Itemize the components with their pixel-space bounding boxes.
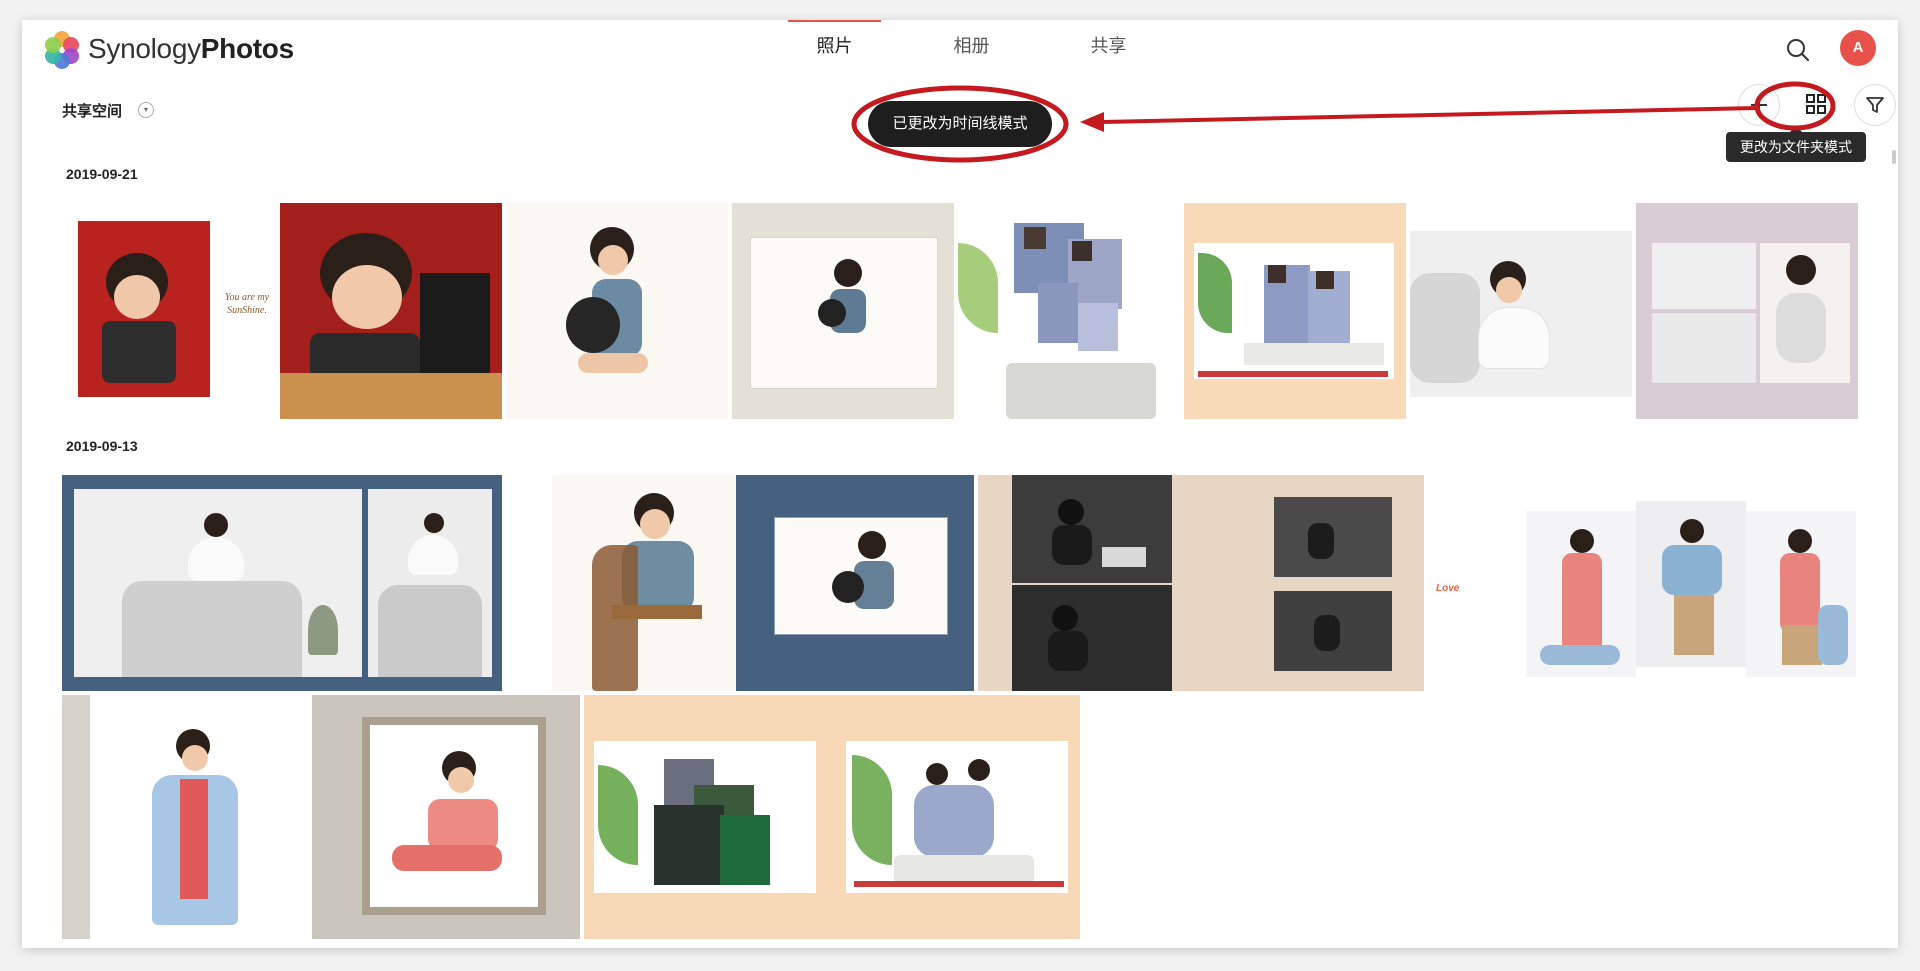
photo-thumbnail[interactable] <box>958 203 1180 419</box>
photo-thumbnail[interactable] <box>1184 203 1406 419</box>
space-selector-label[interactable]: 共享空间 <box>62 100 122 121</box>
love-text: Love <box>1436 583 1460 594</box>
photo-thumbnail[interactable] <box>736 475 974 691</box>
app-name: SynologyPhotos <box>88 33 294 65</box>
app-name-light: Synology <box>88 33 201 64</box>
grid-icon <box>1806 94 1826 114</box>
photo-thumbnail[interactable] <box>312 695 580 939</box>
photo-thumbnail[interactable] <box>62 475 536 691</box>
filter-button[interactable] <box>1854 84 1896 126</box>
photo-thumbnail[interactable] <box>552 475 736 691</box>
photo-thumbnail[interactable] <box>978 475 1424 691</box>
chevron-down-icon[interactable]: ▾ <box>138 102 154 118</box>
scrollbar-thumb[interactable] <box>1892 150 1896 164</box>
photo-thumbnail[interactable]: You are my SunShine. <box>62 203 286 419</box>
tab-sharing[interactable]: 共享 <box>1040 20 1177 66</box>
caption-line: You are my <box>224 292 270 303</box>
add-button[interactable] <box>1738 84 1780 126</box>
photo-thumbnail[interactable] <box>280 203 502 419</box>
view-mode-tooltip: 更改为文件夹模式 <box>1726 126 1866 162</box>
photo-thumbnail[interactable] <box>62 695 312 939</box>
photo-thumbnail[interactable] <box>584 695 1080 939</box>
photo-thumbnail[interactable] <box>1410 203 1632 419</box>
search-icon <box>1787 39 1809 61</box>
date-header: 2019-09-13 <box>66 438 138 454</box>
photo-caption: You are my SunShine. <box>212 291 282 317</box>
search-button[interactable] <box>1780 32 1816 68</box>
tab-photos[interactable]: 照片 <box>766 20 903 66</box>
photo-thumbnail[interactable] <box>732 203 954 419</box>
filter-icon <box>1866 97 1884 113</box>
photo-thumbnail[interactable]: Love <box>1428 475 1858 691</box>
logo-icon <box>42 29 82 69</box>
user-avatar[interactable]: A <box>1840 30 1876 66</box>
mode-change-toast: 已更改为时间线模式 <box>868 101 1052 147</box>
caption-line: SunShine. <box>227 305 267 316</box>
app-window: SynologyPhotos 照片 相册 共享 A 共享空间 ▾ 已更改为时间线… <box>22 20 1898 948</box>
photo-thumbnail[interactable] <box>506 203 728 419</box>
app-logo[interactable]: SynologyPhotos <box>42 28 294 70</box>
tab-albums[interactable]: 相册 <box>903 20 1040 66</box>
plus-icon <box>1751 97 1767 113</box>
date-header: 2019-09-21 <box>66 166 138 182</box>
photo-thumbnail[interactable] <box>1636 203 1858 419</box>
app-name-bold: Photos <box>200 33 294 64</box>
view-mode-button[interactable] <box>1796 84 1836 124</box>
main-tabs: 照片 相册 共享 <box>766 20 1177 66</box>
